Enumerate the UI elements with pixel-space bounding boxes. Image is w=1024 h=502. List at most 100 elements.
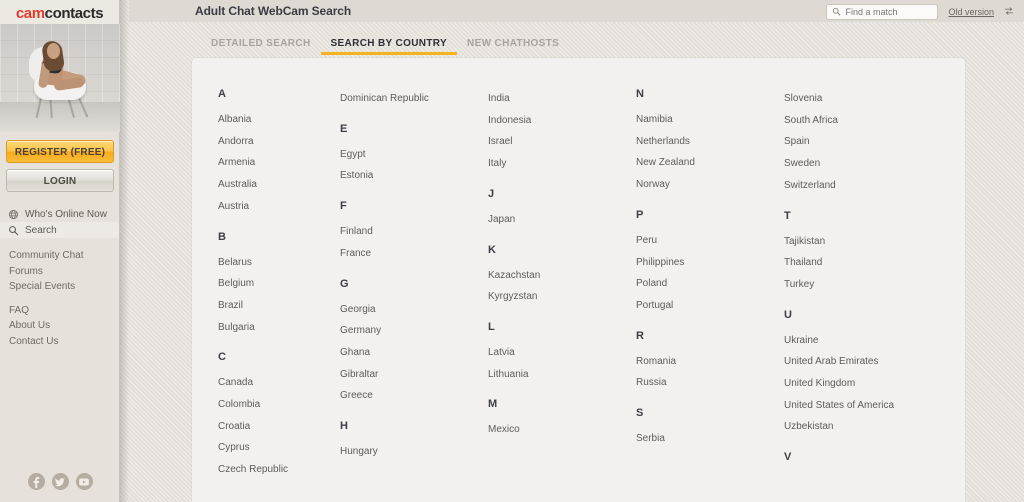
sidebar-item-search[interactable]: Search bbox=[0, 222, 119, 238]
country-column: India Indonesia Israel Italy J Japan K Kazachst… bbox=[488, 88, 636, 502]
letter-heading: H bbox=[340, 420, 348, 433]
country-link[interactable]: Peru bbox=[636, 230, 784, 252]
person-globe-icon bbox=[8, 209, 19, 220]
country-link[interactable]: Kazachstan bbox=[488, 265, 636, 287]
old-version-link[interactable]: Old version bbox=[948, 7, 994, 17]
country-link[interactable]: Georgia bbox=[340, 299, 488, 321]
tab-detailed-search[interactable]: DETAILED SEARCH bbox=[201, 38, 321, 58]
country-link[interactable]: Poland bbox=[636, 273, 784, 295]
country-link[interactable]: Austria bbox=[218, 196, 340, 218]
country-link[interactable]: Norway bbox=[636, 174, 784, 196]
sidebar-link-community-chat[interactable]: Community Chat bbox=[9, 248, 110, 264]
country-link[interactable]: Ghana bbox=[340, 342, 488, 364]
search-input[interactable] bbox=[845, 7, 938, 17]
country-link[interactable]: Hungary bbox=[340, 441, 488, 463]
country-link[interactable]: France bbox=[340, 243, 488, 265]
country-column-inner: Dominican Republic E Egypt Estonia F Finland F… bbox=[340, 88, 488, 463]
country-link[interactable]: Brazil bbox=[218, 295, 340, 317]
country-link[interactable]: Armenia bbox=[218, 152, 340, 174]
country-link[interactable]: United Arab Emirates bbox=[784, 351, 932, 373]
country-link[interactable]: Indonesia bbox=[488, 110, 636, 132]
country-link[interactable]: Australia bbox=[218, 174, 340, 196]
country-link[interactable]: Belgium bbox=[218, 273, 340, 295]
country-link[interactable]: Germany bbox=[340, 320, 488, 342]
country-link[interactable]: Switzerland bbox=[784, 175, 932, 197]
country-link[interactable]: Namibia bbox=[636, 109, 784, 131]
country-link[interactable]: Thailand bbox=[784, 252, 932, 274]
country-link[interactable]: Greece bbox=[340, 385, 488, 407]
top-bar: Adult Chat WebCam Search Old version bbox=[129, 0, 1024, 22]
sidebar-link-forums[interactable]: Forums bbox=[9, 264, 110, 280]
country-link[interactable]: Andorra bbox=[218, 131, 340, 153]
country-column: A Albania Andorra Armenia Australia Austria B B… bbox=[192, 88, 340, 502]
country-link[interactable]: Colombia bbox=[218, 394, 340, 416]
primary-nav: Who's Online Now Search bbox=[0, 206, 119, 238]
sidebar: cam contacts REGISTER (FREE) LOGIN Who's … bbox=[0, 0, 120, 502]
letter-heading: S bbox=[636, 407, 644, 420]
country-link[interactable]: Egypt bbox=[340, 144, 488, 166]
country-link[interactable]: Japan bbox=[488, 209, 636, 231]
youtube-icon[interactable] bbox=[75, 473, 93, 490]
sidebar-shadow bbox=[120, 0, 129, 502]
country-link[interactable]: Netherlands bbox=[636, 131, 784, 153]
country-link[interactable]: United States of America bbox=[784, 395, 932, 417]
country-link[interactable]: India bbox=[488, 88, 636, 110]
country-link[interactable]: Cyprus bbox=[218, 437, 340, 459]
sidebar-item-whos-online[interactable]: Who's Online Now bbox=[0, 206, 119, 222]
country-link[interactable]: Dominican Republic bbox=[340, 88, 488, 110]
country-link[interactable]: Philippines bbox=[636, 252, 784, 274]
country-link[interactable]: Albania bbox=[218, 109, 340, 131]
country-link[interactable]: South Africa bbox=[784, 110, 932, 132]
country-link[interactable]: Slovenia bbox=[784, 88, 932, 110]
tab-bar: DETAILED SEARCH SEARCH BY COUNTRY NEW CH… bbox=[129, 22, 1024, 58]
letter-heading: U bbox=[784, 308, 792, 321]
country-column-inner: Slovenia South Africa Spain Sweden Switzerla… bbox=[784, 88, 932, 463]
tab-search-by-country[interactable]: SEARCH BY COUNTRY bbox=[320, 38, 458, 58]
country-link[interactable]: Sweden bbox=[784, 153, 932, 175]
country-link[interactable]: Uzbekistan bbox=[784, 416, 932, 438]
country-link[interactable]: Spain bbox=[784, 131, 932, 153]
country-link[interactable]: Turkey bbox=[784, 274, 932, 296]
country-link[interactable]: Finland bbox=[340, 221, 488, 243]
facebook-icon[interactable] bbox=[27, 473, 45, 490]
sidebar-link-faq[interactable]: FAQ bbox=[9, 303, 110, 319]
swap-arrows-icon[interactable] bbox=[1004, 3, 1014, 21]
country-link[interactable]: United Kingdom bbox=[784, 373, 932, 395]
sidebar-link-special-events[interactable]: Special Events bbox=[9, 279, 110, 295]
model-head bbox=[47, 43, 60, 59]
country-link[interactable]: Israel bbox=[488, 131, 636, 153]
logo[interactable]: cam contacts bbox=[0, 0, 119, 24]
country-link[interactable]: Croatia bbox=[218, 416, 340, 438]
register-button[interactable]: REGISTER (FREE) bbox=[6, 140, 114, 163]
nav-gap bbox=[9, 295, 110, 303]
country-link[interactable]: Ukraine bbox=[784, 330, 932, 352]
country-link[interactable]: Czech Republic bbox=[218, 459, 340, 481]
country-link[interactable]: Canada bbox=[218, 372, 340, 394]
find-a-match-search[interactable] bbox=[826, 4, 939, 20]
sidebar-link-contact-us[interactable]: Contact Us bbox=[9, 334, 110, 350]
letter-heading: E bbox=[340, 122, 348, 135]
sidebar-link-about-us[interactable]: About Us bbox=[9, 318, 110, 334]
country-link[interactable]: Mexico bbox=[488, 419, 636, 441]
country-link[interactable]: Tajikistan bbox=[784, 231, 932, 253]
country-link[interactable]: Italy bbox=[488, 153, 636, 175]
country-link[interactable]: Portugal bbox=[636, 295, 784, 317]
country-column-inner: N Namibia Netherlands New Zealand Norway P Per… bbox=[636, 88, 784, 450]
nav-divider bbox=[0, 238, 119, 248]
country-link[interactable]: Latvia bbox=[488, 342, 636, 364]
country-link[interactable]: Belarus bbox=[218, 252, 340, 274]
country-link[interactable]: New Zealand bbox=[636, 152, 784, 174]
logo-cam: cam bbox=[15, 4, 45, 22]
country-link[interactable]: Gibraltar bbox=[340, 364, 488, 386]
tab-new-chathosts[interactable]: NEW CHATHOSTS bbox=[457, 38, 569, 58]
country-link[interactable]: Lithuania bbox=[488, 364, 636, 386]
country-link[interactable]: Serbia bbox=[636, 428, 784, 450]
login-button[interactable]: LOGIN bbox=[6, 169, 114, 192]
country-link[interactable]: Kyrgyzstan bbox=[488, 286, 636, 308]
country-link[interactable]: Bulgaria bbox=[218, 317, 340, 339]
country-link[interactable]: Romania bbox=[636, 351, 784, 373]
country-link[interactable]: Estonia bbox=[340, 165, 488, 187]
country-link[interactable]: Russia bbox=[636, 372, 784, 394]
letter-heading: B bbox=[218, 230, 226, 243]
twitter-icon[interactable] bbox=[51, 473, 69, 490]
